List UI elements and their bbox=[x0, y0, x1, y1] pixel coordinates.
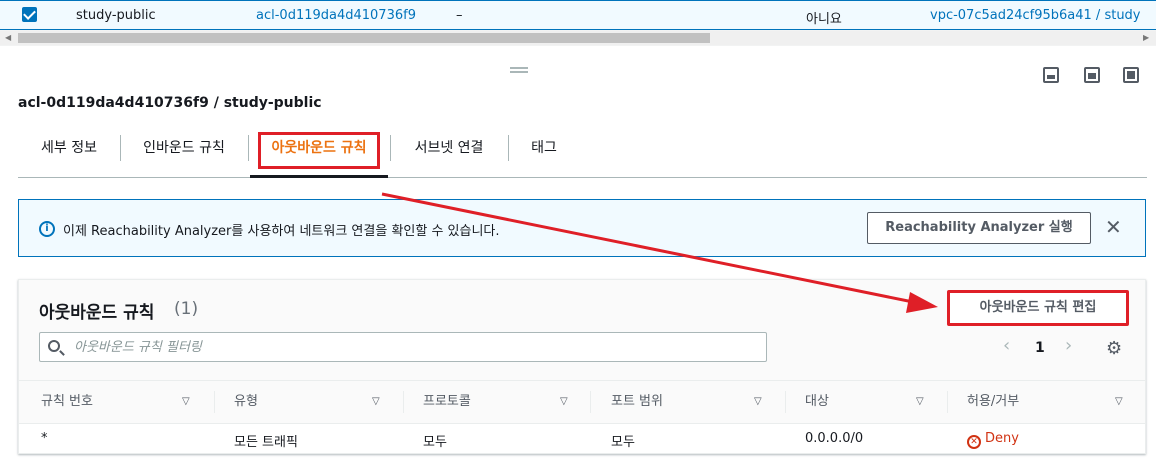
info-banner: i 이제 Reachability Analyzer를 사용하여 네트워크 연결… bbox=[18, 199, 1146, 257]
sort-icon[interactable]: ▽ bbox=[560, 381, 568, 423]
gear-icon[interactable]: ⚙ bbox=[1106, 338, 1122, 359]
tab-tags[interactable]: 태그 bbox=[509, 132, 579, 178]
sort-icon[interactable]: ▽ bbox=[182, 381, 190, 423]
row-default: 아니요 bbox=[806, 12, 842, 27]
col-protocol[interactable]: 프로토콜 bbox=[423, 381, 471, 423]
view-bottom-large-icon[interactable] bbox=[1084, 67, 1100, 83]
sort-icon[interactable]: ▽ bbox=[754, 381, 762, 423]
chevron-left-icon[interactable]: ‹ bbox=[1003, 335, 1010, 356]
cell-port-range: 모두 bbox=[611, 435, 635, 450]
rules-title: 아웃바운드 규칙 bbox=[39, 303, 155, 323]
col-port-range[interactable]: 포트 범위 bbox=[611, 381, 663, 423]
page-number[interactable]: 1 bbox=[1035, 340, 1045, 356]
row-vpc-link[interactable]: vpc-07c5ad24cf95b6a41 / study bbox=[930, 8, 1141, 23]
deny-icon: ✕ bbox=[967, 435, 981, 449]
outbound-rules-container: 아웃바운드 규칙 (1) 아웃바운드 규칙 편집 ‹ 1 › ⚙ 규칙 번호 ▽… bbox=[18, 279, 1146, 454]
close-icon[interactable]: ✕ bbox=[1105, 215, 1122, 239]
scroll-right-icon[interactable]: ▶ bbox=[1143, 31, 1149, 45]
row-dash: – bbox=[456, 8, 463, 23]
tab-bar: 세부 정보 인바운드 규칙 아웃바운드 규칙 서브넷 연결 태그 bbox=[18, 132, 1147, 178]
search-icon bbox=[48, 340, 60, 352]
col-destination[interactable]: 대상 bbox=[805, 381, 829, 423]
view-full-icon[interactable] bbox=[1123, 67, 1139, 83]
selected-table-row[interactable]: study-public acl-0d119da4d410736f9 – 아니요… bbox=[0, 0, 1156, 30]
tab-details[interactable]: 세부 정보 bbox=[18, 132, 120, 178]
scroll-thumb[interactable] bbox=[18, 33, 710, 43]
cell-rule-number: * bbox=[41, 431, 48, 446]
tab-inbound-rules[interactable]: 인바운드 규칙 bbox=[121, 132, 247, 178]
rules-header: 아웃바운드 규칙 (1) 아웃바운드 규칙 편집 ‹ 1 › ⚙ bbox=[19, 280, 1145, 380]
cell-destination: 0.0.0.0/0 bbox=[805, 431, 864, 446]
tab-subnet-associations[interactable]: 서브넷 연결 bbox=[391, 132, 507, 178]
table-row[interactable]: * 모든 트래픽 모두 모두 0.0.0.0/0 ✕ Deny bbox=[19, 424, 1145, 454]
col-allow-deny[interactable]: 허용/거부 bbox=[967, 381, 1019, 423]
row-checkbox[interactable] bbox=[22, 7, 37, 22]
row-name: study-public bbox=[76, 8, 156, 23]
detail-title: acl-0d119da4d410736f9 / study-public bbox=[18, 95, 322, 111]
cell-allow-deny: ✕ Deny bbox=[967, 431, 1019, 449]
rules-count: (1) bbox=[174, 299, 199, 319]
sort-icon[interactable]: ▽ bbox=[1115, 381, 1123, 423]
row-acl-id-link[interactable]: acl-0d119da4d410736f9 bbox=[256, 8, 416, 23]
detail-panel: acl-0d119da4d410736f9 / study-public 세부 … bbox=[0, 46, 1156, 466]
table-header: 규칙 번호 ▽ 유형 ▽ 프로토콜 ▽ 포트 범위 ▽ 대상 ▽ 허용/거부 ▽ bbox=[19, 380, 1145, 424]
view-bottom-small-icon[interactable] bbox=[1043, 67, 1059, 83]
run-reachability-analyzer-button[interactable]: Reachability Analyzer 실행 bbox=[867, 212, 1091, 244]
cell-protocol: 모두 bbox=[423, 435, 447, 450]
info-text: 이제 Reachability Analyzer를 사용하여 네트워크 연결을 … bbox=[63, 224, 500, 239]
rules-filter[interactable] bbox=[39, 332, 767, 362]
drag-handle-icon[interactable] bbox=[510, 67, 528, 73]
deny-label: Deny bbox=[985, 431, 1019, 446]
search-input[interactable] bbox=[74, 336, 754, 358]
edit-outbound-rules-button[interactable]: 아웃바운드 규칙 편집 bbox=[947, 290, 1129, 326]
scroll-left-icon[interactable]: ◀ bbox=[5, 31, 11, 45]
col-rule-number[interactable]: 규칙 번호 bbox=[41, 381, 93, 423]
tab-outbound-rules[interactable]: 아웃바운드 규칙 bbox=[250, 132, 388, 178]
cell-type: 모든 트래픽 bbox=[234, 435, 298, 450]
sort-icon[interactable]: ▽ bbox=[372, 381, 380, 423]
col-type[interactable]: 유형 bbox=[234, 381, 258, 423]
sort-icon[interactable]: ▽ bbox=[916, 381, 924, 423]
chevron-right-icon[interactable]: › bbox=[1065, 335, 1072, 356]
highlight-box bbox=[258, 132, 380, 169]
info-icon: i bbox=[39, 221, 55, 237]
horizontal-scrollbar[interactable]: ◀ ▶ bbox=[0, 31, 1156, 45]
